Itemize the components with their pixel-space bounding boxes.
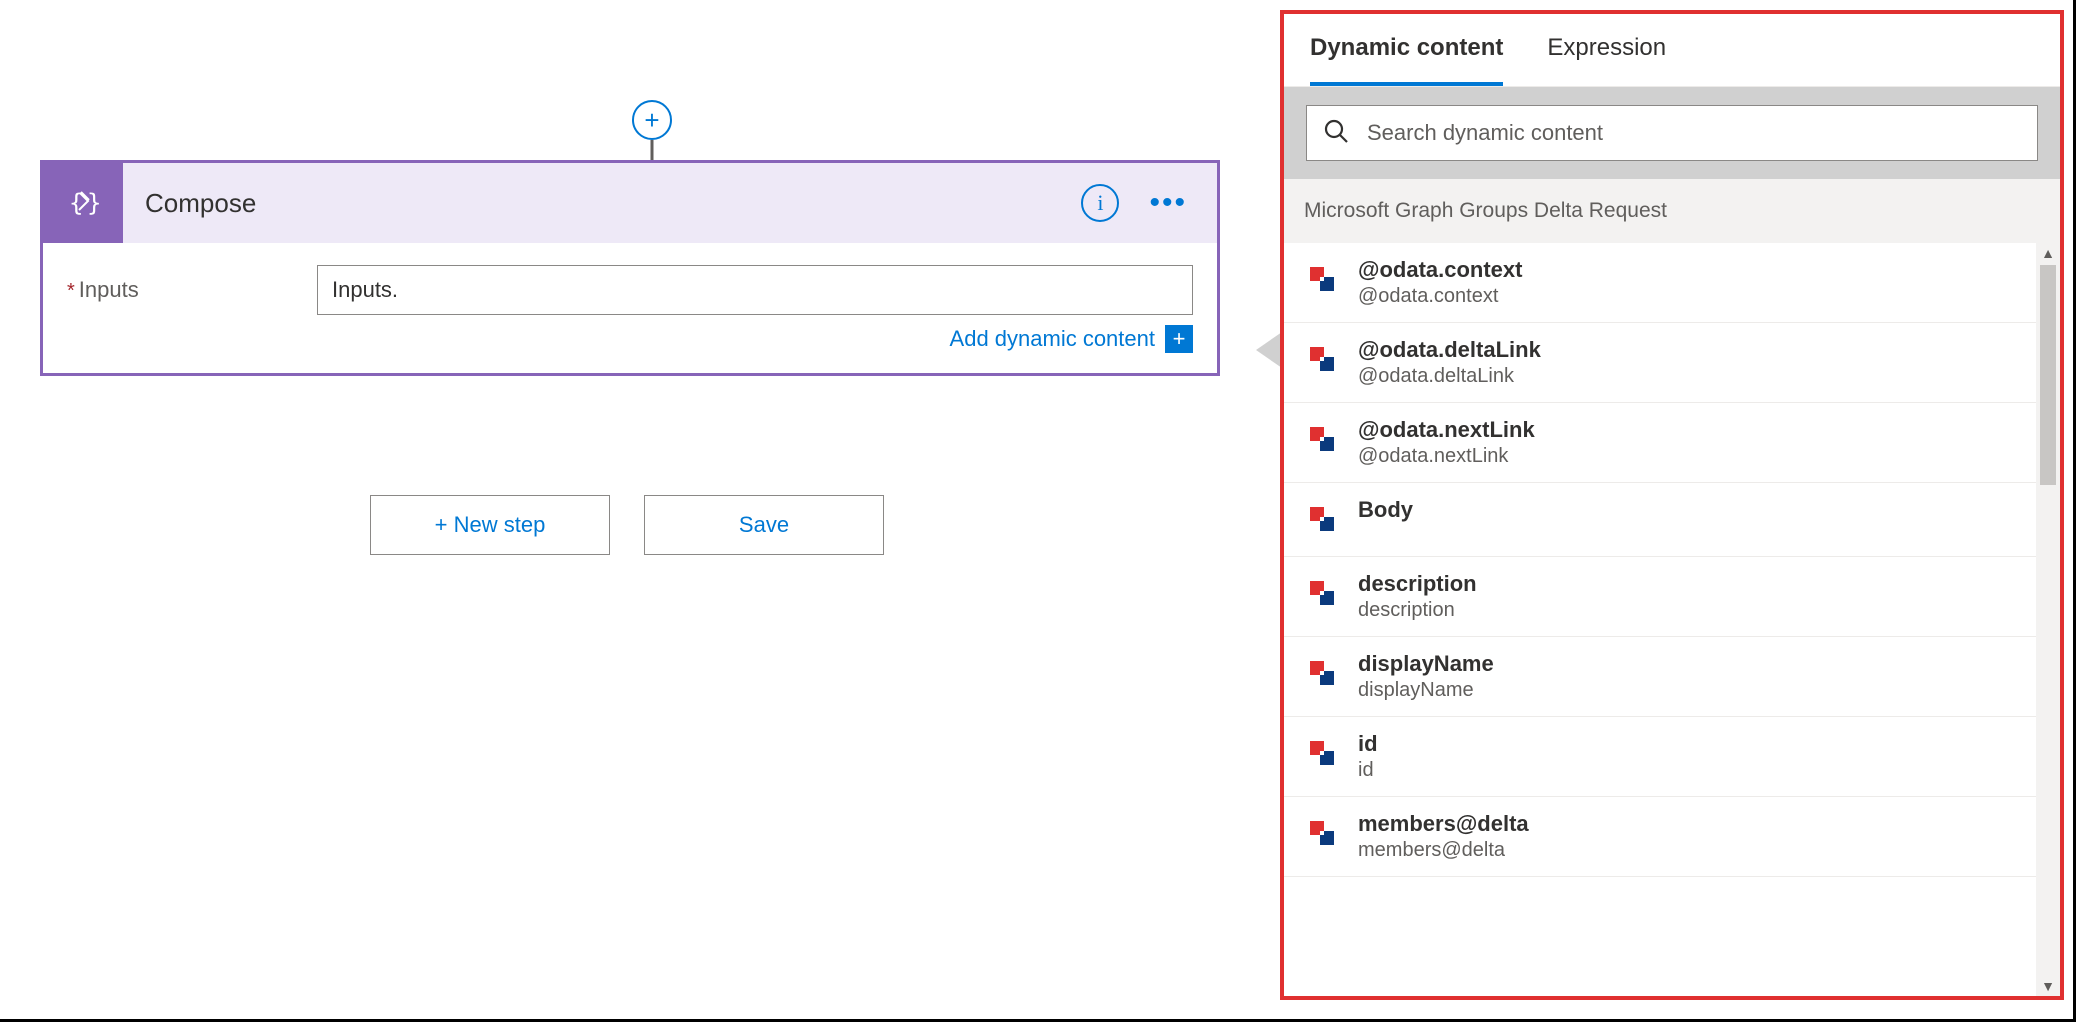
dc-tabs: Dynamic content Expression [1284, 14, 2060, 87]
inputs-label: *Inputs [67, 277, 317, 303]
dc-item-sub: displayName [1358, 679, 1494, 702]
compose-header[interactable]: { } Compose i ••• [43, 163, 1217, 243]
dc-item[interactable]: @odata.context@odata.context [1284, 243, 2036, 323]
graph-icon [1304, 651, 1340, 696]
dc-item-sub: members@delta [1358, 839, 1529, 862]
tab-dynamic-content[interactable]: Dynamic content [1310, 34, 1503, 86]
scroll-up-icon[interactable]: ▲ [2041, 243, 2055, 263]
dc-item-sub: @odata.context [1358, 285, 1522, 308]
save-button[interactable]: Save [644, 495, 884, 555]
dc-item-sub: @odata.nextLink [1358, 445, 1535, 468]
dc-item-title: Body [1358, 497, 1413, 523]
dc-search[interactable] [1306, 105, 2038, 161]
dc-item-sub: @odata.deltaLink [1358, 365, 1541, 388]
dc-item[interactable]: members@deltamembers@delta [1284, 797, 2036, 877]
dc-item[interactable]: Body [1284, 483, 2036, 557]
graph-icon [1304, 417, 1340, 462]
designer-canvas: + { } Compose i ••• [0, 0, 2076, 1022]
dc-item[interactable]: descriptiondescription [1284, 557, 2036, 637]
inputs-field[interactable] [317, 265, 1193, 315]
scroll-thumb[interactable] [2040, 265, 2056, 485]
dc-item-sub: description [1358, 599, 1477, 622]
dc-item-sub: id [1358, 759, 1378, 782]
dc-item[interactable]: displayNamedisplayName [1284, 637, 2036, 717]
search-icon [1323, 118, 1349, 149]
dc-item[interactable]: @odata.nextLink@odata.nextLink [1284, 403, 2036, 483]
compose-body: *Inputs Add dynamic content + [43, 243, 1217, 373]
add-dynamic-content-link[interactable]: Add dynamic content [950, 326, 1155, 352]
svg-text:}: } [87, 189, 101, 217]
callout-arrow-icon [1256, 332, 1282, 368]
dc-scrollbar[interactable]: ▲ ▼ [2036, 243, 2060, 996]
compose-title: Compose [123, 188, 1081, 219]
dc-section-header: Microsoft Graph Groups Delta Request [1284, 179, 2060, 243]
dc-item-title: members@delta [1358, 811, 1529, 837]
dc-item-title: @odata.deltaLink [1358, 337, 1541, 363]
add-dynamic-content-button[interactable]: + [1165, 325, 1193, 353]
dc-item-title: displayName [1358, 651, 1494, 677]
dc-item[interactable]: idid [1284, 717, 2036, 797]
graph-icon [1304, 811, 1340, 856]
compose-icon: { } [43, 163, 123, 243]
info-icon[interactable]: i [1081, 184, 1119, 222]
graph-icon [1304, 731, 1340, 776]
compose-action-card: { } Compose i ••• *Inputs Add dynamic co… [40, 160, 1220, 376]
graph-icon [1304, 257, 1340, 302]
new-step-button[interactable]: + New step [370, 495, 610, 555]
dynamic-content-panel: Dynamic content Expression Microsoft Gra… [1280, 10, 2064, 1000]
dc-search-input[interactable] [1367, 120, 2021, 146]
dc-item-title: @odata.context [1358, 257, 1522, 283]
tab-expression[interactable]: Expression [1547, 34, 1666, 86]
more-icon[interactable]: ••• [1149, 197, 1187, 209]
dc-item-title: id [1358, 731, 1378, 757]
graph-icon [1304, 337, 1340, 382]
dc-list: @odata.context@odata.context @odata.delt… [1284, 243, 2060, 996]
dc-item-title: description [1358, 571, 1477, 597]
dc-item-title: @odata.nextLink [1358, 417, 1535, 443]
footer-buttons: + New step Save [370, 495, 884, 555]
graph-icon [1304, 497, 1340, 542]
required-asterisk: * [67, 280, 75, 302]
dc-search-wrap [1284, 87, 2060, 179]
graph-icon [1304, 571, 1340, 616]
dc-item[interactable]: @odata.deltaLink@odata.deltaLink [1284, 323, 2036, 403]
scroll-down-icon[interactable]: ▼ [2041, 976, 2055, 996]
plus-icon: + [632, 100, 672, 140]
